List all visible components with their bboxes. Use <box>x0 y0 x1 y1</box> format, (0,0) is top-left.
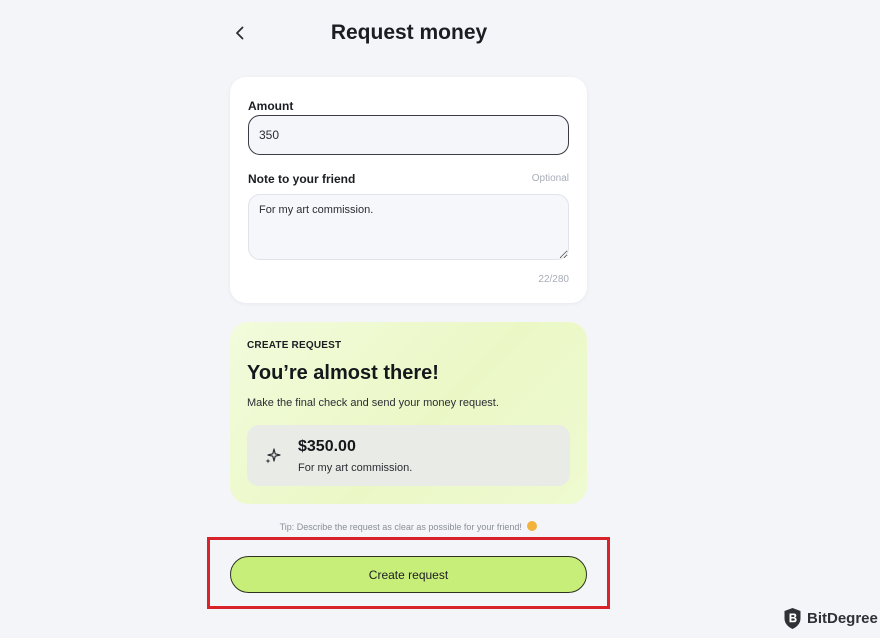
create-request-button[interactable]: Create request <box>230 556 587 593</box>
sparkle-icon <box>265 448 281 464</box>
grinning-emoji-icon <box>527 521 538 531</box>
request-summary: $350.00 For my art commission. <box>247 425 570 486</box>
section-eyebrow: CREATE REQUEST <box>247 340 342 351</box>
page-title: Request money <box>330 21 488 44</box>
watermark-text: BitDegree <box>807 609 878 627</box>
char-counter: 22/280 <box>538 274 569 285</box>
summary-subtext: Make the final check and send your money… <box>247 397 499 409</box>
tip-label: Tip: Describe the request as clear as po… <box>279 522 522 532</box>
amount-input[interactable] <box>248 115 569 155</box>
note-label: Note to your friend <box>248 172 356 186</box>
bitdegree-watermark: BitDegree <box>783 606 878 630</box>
amount-label: Amount <box>248 99 294 113</box>
optional-tag: Optional <box>531 173 569 184</box>
note-input[interactable]: For my art commission. <box>248 194 569 260</box>
bitdegree-shield-icon <box>784 607 801 629</box>
tip-text: Tip: Describe the request as clear as po… <box>230 521 587 532</box>
summary-heading: You’re almost there! <box>247 362 439 384</box>
summary-note: For my art commission. <box>298 462 413 474</box>
create-request-card: CREATE REQUEST You’re almost there! Make… <box>230 322 587 504</box>
request-form-card: Amount Note to your friend Optional For … <box>230 77 587 303</box>
summary-amount: $350.00 <box>298 438 356 455</box>
